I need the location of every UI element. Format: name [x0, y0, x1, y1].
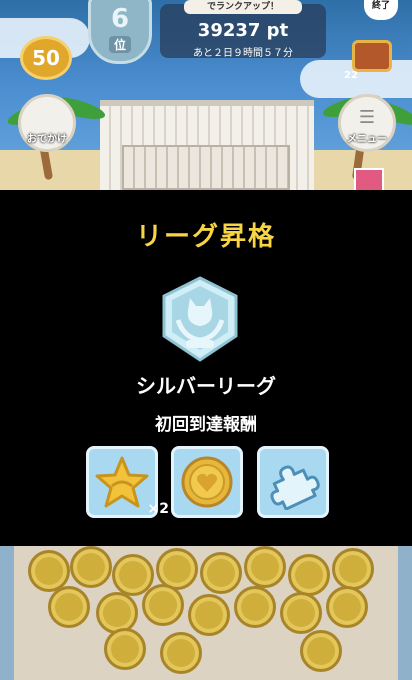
puzzle-piece-icon: [270, 465, 320, 510]
gift-icon[interactable]: [354, 168, 384, 190]
coin: [288, 554, 330, 596]
coin: [142, 584, 184, 626]
menu-label: メニュー: [347, 134, 387, 145]
star-icon: [95, 456, 149, 508]
barn-door: [122, 145, 290, 190]
reward-item-puzzle[interactable]: [257, 446, 329, 518]
coin: [300, 630, 342, 672]
reward-quantity: ×2: [147, 501, 169, 517]
coin: [326, 586, 368, 628]
coin: [160, 632, 202, 674]
coin: [244, 546, 286, 588]
dialog-title: リーグ昇格: [135, 222, 276, 252]
rank-up-banner: でランクアップ！: [184, 0, 302, 14]
time-remaining: あと２日９時間５７分: [193, 48, 293, 59]
game-scene-bottom: [0, 546, 412, 680]
coin: [104, 628, 146, 670]
rank-badge: 6 位: [88, 0, 152, 64]
game-scene-top: 6 位 でランクアップ！ 39237 pt あと２日９時間５７分 50 終了 2…: [0, 0, 412, 190]
league-promotion-dialog[interactable]: リーグ昇格 シルバーリーグ 初回到達報酬 ×2: [0, 190, 412, 546]
menu-icon: ☰: [358, 107, 376, 128]
end-button[interactable]: 終了: [364, 0, 398, 20]
outing-label: おでかけ: [27, 134, 67, 145]
score-value: 39237 pt: [197, 20, 289, 41]
heart-medal-icon: [181, 456, 233, 508]
coin-counter[interactable]: 50: [20, 36, 72, 80]
reward-label: 初回到達報酬: [155, 415, 257, 435]
coin: [332, 548, 374, 590]
rank-number: 6: [110, 3, 130, 34]
coin: [200, 552, 242, 594]
outing-button[interactable]: おでかけ: [18, 94, 76, 152]
reward-item-medal[interactable]: [171, 446, 243, 518]
coin: [280, 592, 322, 634]
rank-unit: 位: [108, 35, 131, 53]
coin: [234, 586, 276, 628]
chest-count: 22: [344, 70, 358, 81]
silver-league-emblem-icon: [162, 276, 238, 362]
coin: [188, 594, 230, 636]
coin: [70, 546, 112, 588]
coin: [96, 592, 138, 634]
league-name: シルバーリーグ: [136, 374, 276, 398]
treasure-chest-icon[interactable]: [352, 40, 392, 72]
reward-item-star[interactable]: ×2: [86, 446, 169, 518]
menu-button[interactable]: ☰ メニュー: [338, 94, 396, 152]
score-panel: でランクアップ！ 39237 pt あと２日９時間５７分: [160, 0, 326, 59]
coin: [48, 586, 90, 628]
